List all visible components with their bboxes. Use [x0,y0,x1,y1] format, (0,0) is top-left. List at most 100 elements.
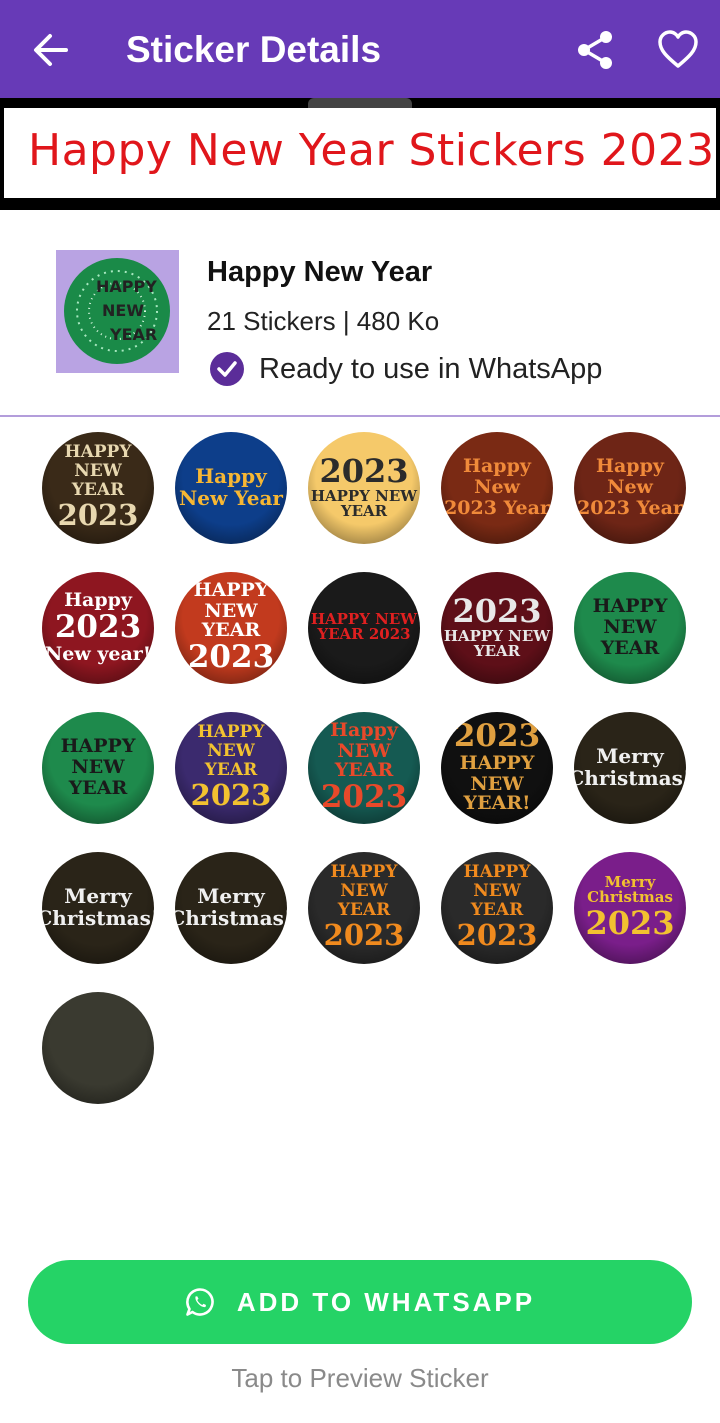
sticker-text-line: HAPPY NEW YEAR 2023 [310,610,418,643]
sticker-text: Merry Christmas! [175,886,287,930]
banner-panel: Happy New Year Stickers 2023 [2,108,718,198]
sticker-18[interactable]: HAPPY NEW YEAR 2023 [308,852,420,964]
sticker-text-line: Christmas! [42,906,154,930]
sticker-text-line: Christmas! [574,766,686,790]
sticker-text-line: Happy [64,588,132,611]
sticker-text-line: HAPPY NEW YEAR [310,487,418,520]
sticker-text: HAPPY NEW YEAR 2023 [308,612,420,644]
sticker-text-line: NEW [603,615,657,638]
sticker-text: Happy New Year [179,466,283,510]
app-bar: Sticker Details [0,0,720,98]
banner-handle [308,98,412,108]
sticker-text-line: NEW [207,741,255,761]
sticker-text: 2023 HAPPY NEW YEAR! [441,721,553,815]
sticker-text: HAPPY NEW YEAR [61,736,136,800]
sticker-text-line: HAPPY [193,579,269,601]
sticker-text-line: HAPPY NEW YEAR [443,627,551,660]
sticker-2[interactable]: Happy New Year [175,432,287,544]
sticker-text: Happy New 2023 Year [577,454,683,520]
sticker-text: 2023 HAPPY NEW YEAR [441,595,553,661]
sticker-text-line: Happy [195,464,267,488]
sticker-4[interactable]: Happy New 2023 Year [441,432,553,544]
sticker-text: Happy 2023 New year! [44,588,152,666]
sticker-10[interactable]: HAPPY NEW YEAR [574,572,686,684]
sticker-1[interactable]: HAPPY NEW YEAR 2023 [42,432,154,544]
sticker-text: HAPPY NEW YEAR 2023 [58,444,139,532]
sticker-text-line: YEAR [68,776,128,799]
tray-text-line-1: HAPPY [96,277,157,296]
sticker-text: Happy New 2023 Year [444,454,550,520]
sticker-text: HAPPY NEW YEAR 2023 [191,724,272,812]
tray-text-line-2: NEW [102,301,144,320]
check-circle-icon [210,352,244,386]
sticker-5[interactable]: Happy New 2023 Year [574,432,686,544]
sticker-6[interactable]: Happy 2023 New year! [42,572,154,684]
sticker-grid: HAPPY NEW YEAR 2023 Happy New Year 2023 HAPPY N… [0,417,720,1117]
sticker-text: HAPPY NEW YEAR [592,594,668,660]
sticker-16[interactable]: Merry Christmas! [42,852,154,964]
pack-tray-icon: HAPPY NEW YEAR [56,250,179,373]
sticker-text-line: Happy [596,454,664,477]
sticker-text-line: 2023 [57,498,139,532]
sticker-text: HAPPY NEW YEAR 2023 [457,864,538,952]
sticker-text: 2023 HAPPY NEW YEAR [308,455,420,521]
sticker-text-line: NEW [71,755,125,778]
sticker-text: HAPPY NEW YEAR 2023 [175,581,287,675]
sticker-text-line: New [474,475,520,498]
sticker-text-line: 2023 [456,918,538,952]
sticker-text-line: 2023 Year [444,496,550,519]
share-icon[interactable] [574,28,616,72]
sticker-text-line: Merry Christmas [587,873,673,906]
sticker-text-line: 2023 [319,452,409,490]
sticker-text-line: Merry [596,744,664,768]
sticker-text: Merry Christmas! [42,886,154,930]
sticker-text-line: HAPPY [197,722,265,742]
sticker-text-line: New year! [44,642,152,665]
pack-header: HAPPY NEW YEAR Happy New Year 21 Sticker… [0,210,720,415]
sticker-text-line: 2023 [187,639,275,675]
sticker-19[interactable]: HAPPY NEW YEAR 2023 [441,852,553,964]
sticker-text-line: 2023 [452,592,542,630]
sticker-text-line: Merry [64,884,132,908]
sticker-text-line: 2023 [585,904,675,942]
sticker-text-line: New [607,475,653,498]
ad-banner[interactable]: Happy New Year Stickers 2023 [0,98,720,210]
add-to-whatsapp-button[interactable]: ADD TO WHATSAPP [28,1260,692,1344]
sticker-20[interactable]: Merry Christmas 2023 [574,852,686,964]
sticker-17[interactable]: Merry Christmas! [175,852,287,964]
sticker-text: Merry Christmas! [574,746,686,790]
sticker-text-line: Happy [330,719,398,741]
page-title: Sticker Details [126,29,382,70]
sticker-15[interactable]: Merry Christmas! [574,712,686,824]
sticker-7[interactable]: HAPPY NEW YEAR 2023 [175,572,287,684]
whatsapp-icon [185,1287,215,1317]
tray-text-line-3: YEAR [109,325,157,344]
sticker-13[interactable]: Happy NEW YEAR 2023 [308,712,420,824]
sticker-text-line: NEW YEAR! [463,773,531,814]
sticker-text-line: NEW [340,881,388,901]
ready-label: Ready to use in WhatsApp [259,353,603,385]
add-to-whatsapp-label: ADD TO WHATSAPP [236,1286,536,1317]
preview-hint: Tap to Preview Sticker [231,1363,489,1393]
pack-name: Happy New Year [207,256,433,288]
sticker-text-line: HAPPY [592,594,668,617]
sticker-text-line: New Year [179,486,283,510]
sticker-14[interactable]: 2023 HAPPY NEW YEAR! [441,712,553,824]
sticker-21[interactable] [42,992,154,1104]
sticker-text-line: YEAR [71,480,125,500]
sticker-text-line: HAPPY [459,752,535,774]
sticker-12[interactable]: HAPPY NEW YEAR 2023 [175,712,287,824]
sticker-11[interactable]: HAPPY NEW YEAR [42,712,154,824]
favorite-heart-icon[interactable] [656,28,700,72]
sticker-text-line: Happy [463,454,531,477]
sticker-3[interactable]: 2023 HAPPY NEW YEAR [308,432,420,544]
sticker-text-line: NEW [74,461,122,481]
sticker-8[interactable]: HAPPY NEW YEAR 2023 [308,572,420,684]
sticker-9[interactable]: 2023 HAPPY NEW YEAR [441,572,553,684]
sticker-text: Merry Christmas 2023 [574,875,686,941]
sticker-text-line: HAPPY [330,862,398,882]
sticker-text: Happy NEW YEAR 2023 [308,721,420,815]
sticker-text-line: NEW [473,881,521,901]
sticker-text-line: 2023 [453,718,541,754]
back-arrow-icon[interactable] [30,28,70,72]
